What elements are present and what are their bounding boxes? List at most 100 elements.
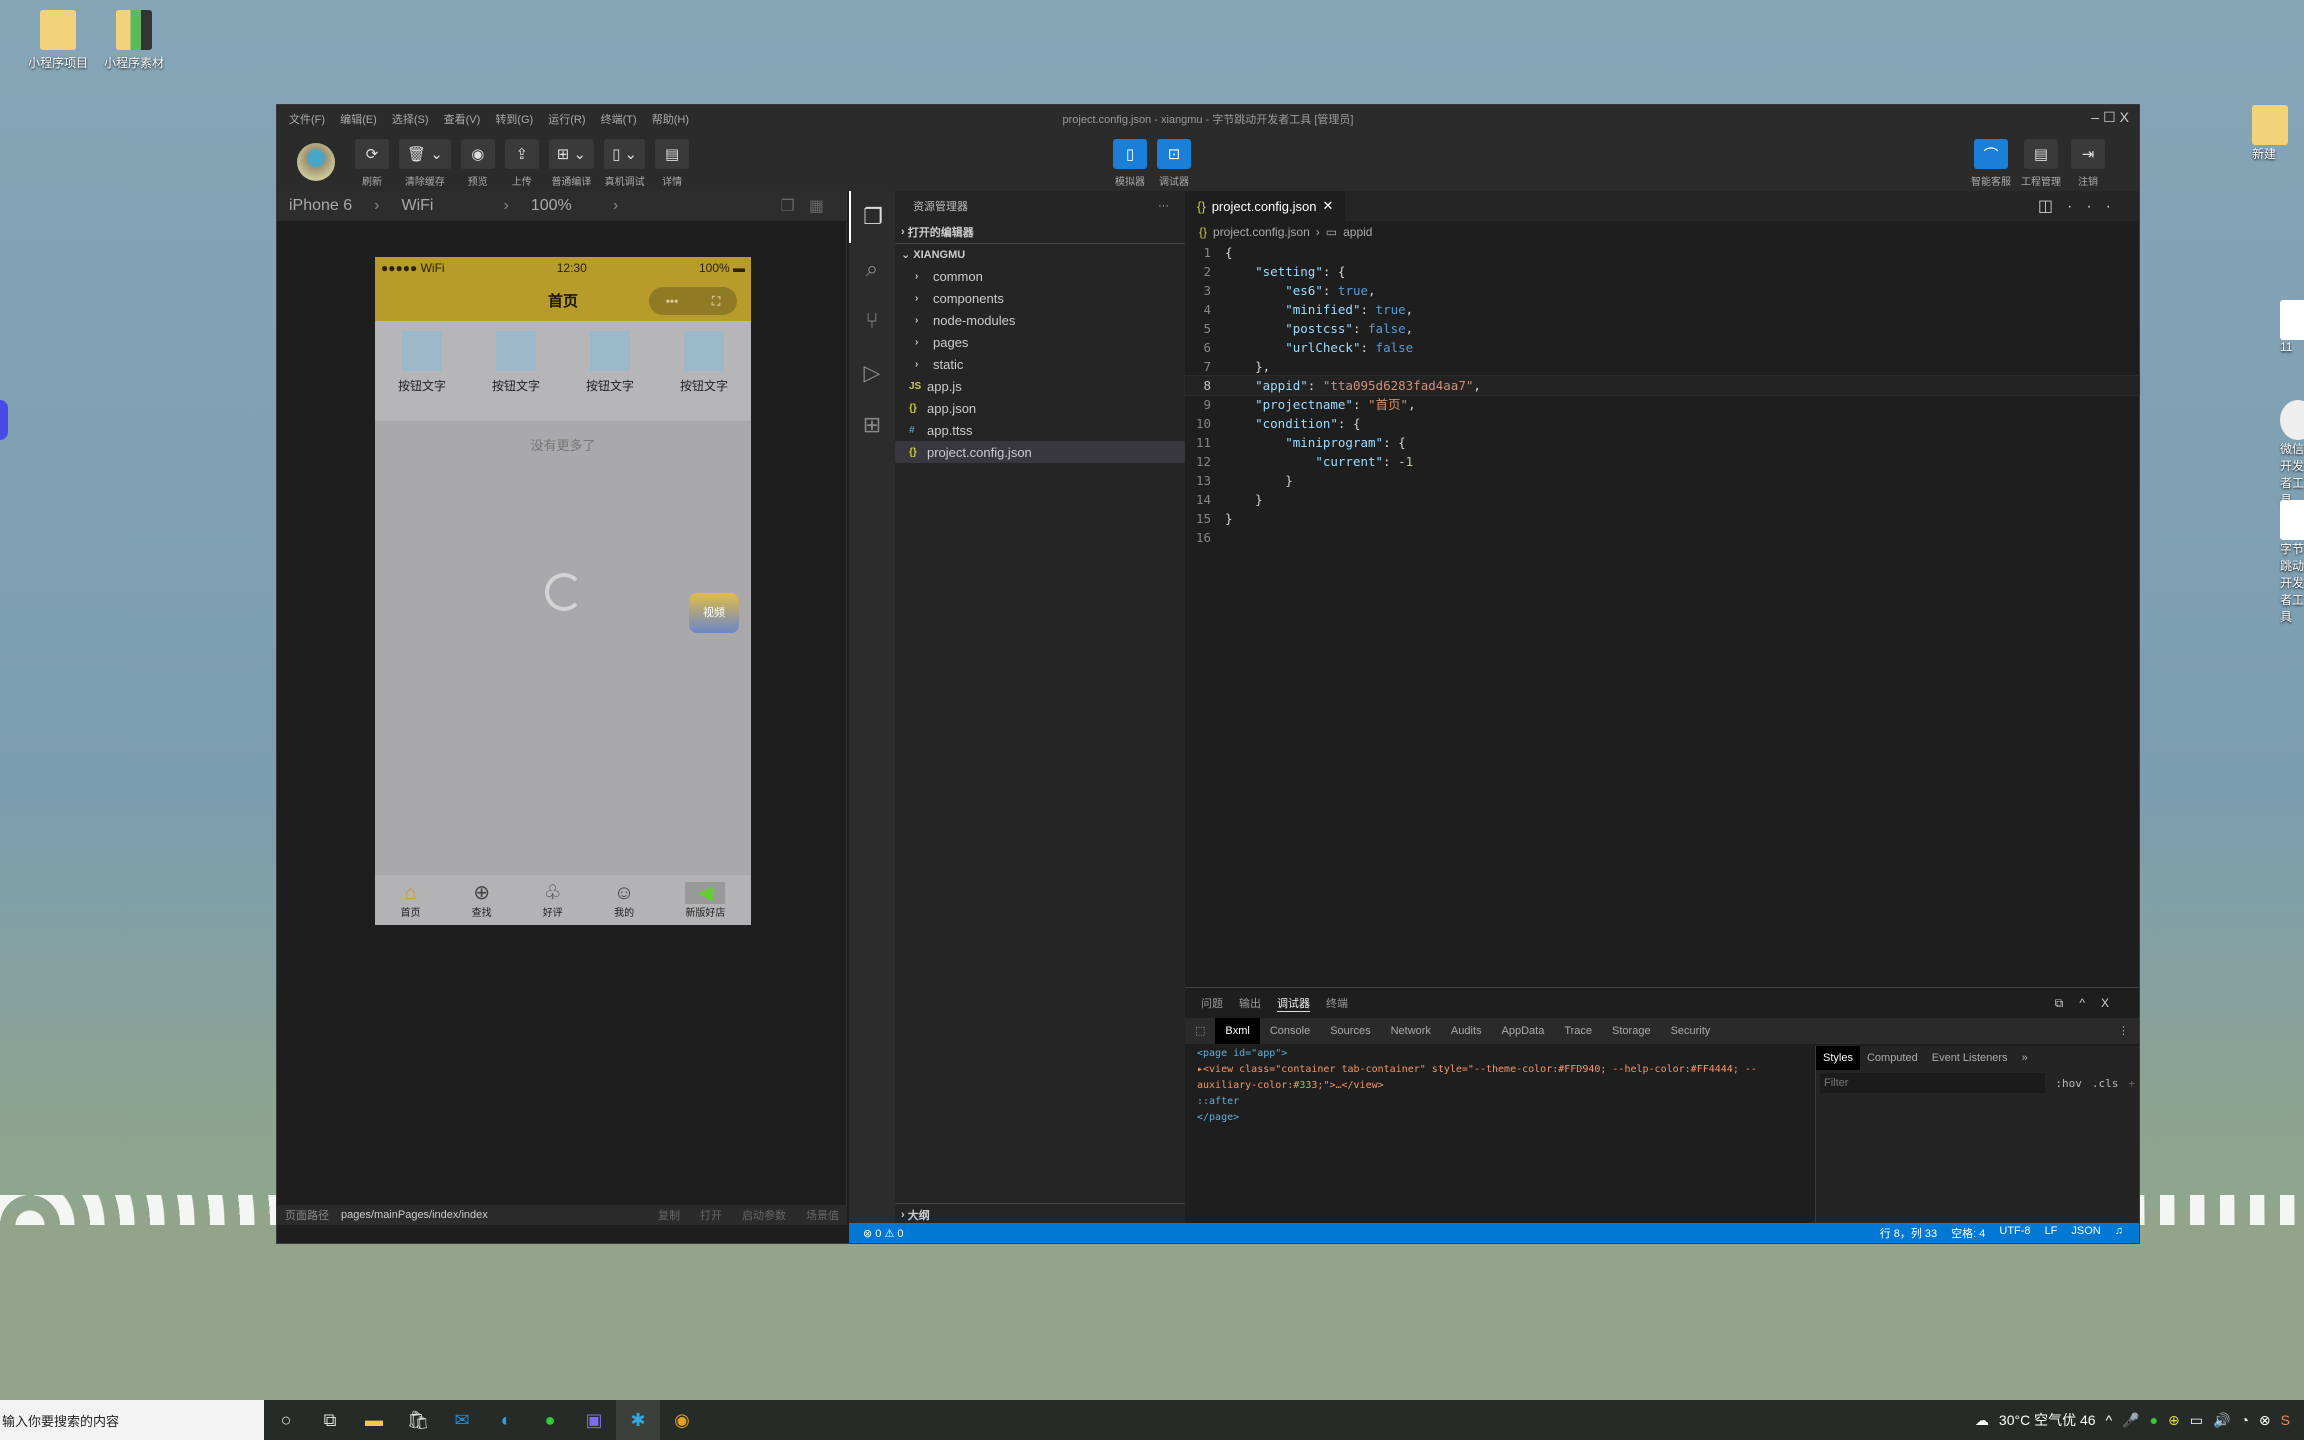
- encoding[interactable]: UTF-8: [1999, 1225, 2030, 1241]
- inspect-element-icon[interactable]: ⬚: [1185, 1018, 1215, 1044]
- code-line[interactable]: 12 "current": -1: [1185, 452, 2139, 471]
- devtools-tab-security[interactable]: Security: [1661, 1018, 1721, 1044]
- close-circle-icon[interactable]: ⊗: [2259, 1412, 2271, 1429]
- close-tab-icon[interactable]: ✕: [1322, 198, 1333, 214]
- breadcrumb-symbol[interactable]: appid: [1343, 225, 1372, 239]
- clear-cache-button[interactable]: 🗑 ⌄ 清除缓存: [399, 139, 451, 188]
- grid-button[interactable]: 按钮文字: [398, 331, 446, 421]
- desktop-icon-qr[interactable]: 11: [2280, 300, 2304, 354]
- floating-video-badge[interactable]: 视频: [689, 593, 739, 633]
- devtools-menu-icon[interactable]: ⋮: [2108, 1018, 2139, 1044]
- chrome-icon[interactable]: ◉: [660, 1400, 704, 1440]
- search-icon[interactable]: ⌕: [849, 243, 895, 295]
- code-line[interactable]: 2 "setting": {: [1185, 262, 2139, 281]
- folder-item[interactable]: › pages: [895, 331, 1185, 353]
- network-select[interactable]: WiFi: [402, 197, 482, 215]
- code-line[interactable]: 6 "urlCheck": false: [1185, 338, 2139, 357]
- menu-edit[interactable]: 编辑(E): [340, 114, 377, 126]
- debugger-toggle[interactable]: ⊡ 调试器: [1157, 139, 1191, 188]
- split-editor-icon[interactable]: ◫: [2038, 198, 2067, 215]
- menu-select[interactable]: 选择(S): [392, 114, 429, 126]
- logout-button[interactable]: ⇥ 注销: [2071, 139, 2105, 188]
- code-line[interactable]: 7 },: [1185, 357, 2139, 376]
- code-line[interactable]: 10 "condition": {: [1185, 414, 2139, 433]
- file-item[interactable]: {} app.json: [895, 397, 1185, 419]
- desktop-icon-partial[interactable]: [0, 400, 10, 444]
- tab-search[interactable]: ⊕ 查找: [472, 882, 492, 919]
- mail-icon[interactable]: ✉: [440, 1400, 484, 1440]
- close-button[interactable]: X: [2120, 109, 2133, 125]
- tab-reviews[interactable]: ♧ 好评: [543, 882, 563, 919]
- scene-value-link[interactable]: 场景值: [806, 1207, 839, 1223]
- screen-recorder-icon[interactable]: ▣: [572, 1400, 616, 1440]
- code-line[interactable]: 8 "appid": "tta095d6283fad4aa7",: [1184, 375, 2140, 396]
- folder-item[interactable]: › static: [895, 353, 1185, 375]
- fullscreen-icon[interactable]: ⛶: [712, 294, 720, 309]
- computed-tab[interactable]: Computed: [1860, 1046, 1925, 1070]
- show-hidden-icons[interactable]: ^: [2106, 1412, 2113, 1428]
- outline-section[interactable]: › 大纲: [895, 1203, 1185, 1225]
- code-line[interactable]: 9 "projectname": "首页",: [1185, 395, 2139, 414]
- plus-tray-icon[interactable]: ⊕: [2168, 1412, 2180, 1429]
- desktop-icon-wechat-devtools[interactable]: 微信开发者工具: [2280, 400, 2304, 508]
- menu-goto[interactable]: 转到(G): [495, 114, 533, 126]
- folder-item[interactable]: › components: [895, 287, 1185, 309]
- more-tabs-icon[interactable]: »: [2015, 1046, 2035, 1070]
- compile-mode-button[interactable]: ⊞ ⌄ 普通编译: [548, 139, 595, 188]
- source-control-icon[interactable]: ⑂: [849, 295, 895, 347]
- wechat-icon[interactable]: ●: [528, 1400, 572, 1440]
- dom-pseudo-after[interactable]: ::after: [1197, 1094, 1815, 1110]
- breadcrumb-file[interactable]: project.config.json: [1213, 225, 1310, 239]
- desktop-icon-new[interactable]: 新建: [2252, 105, 2302, 162]
- taskbar-search-input[interactable]: 输入你要搜索的内容: [0, 1400, 264, 1440]
- menu-run[interactable]: 运行(R): [548, 114, 585, 126]
- language-mode[interactable]: JSON: [2071, 1225, 2100, 1241]
- warnings-indicator[interactable]: ⚠ 0: [884, 1227, 903, 1240]
- wifi-icon[interactable]: ◔: [2240, 1412, 2248, 1428]
- minimize-button[interactable]: –: [2091, 109, 2103, 125]
- battery-icon[interactable]: ▭: [2190, 1412, 2203, 1429]
- file-item[interactable]: # app.ttss: [895, 419, 1185, 441]
- devtools-tab-storage[interactable]: Storage: [1602, 1018, 1661, 1044]
- open-link[interactable]: 打开: [700, 1207, 722, 1223]
- extensions-icon[interactable]: ⊞: [849, 399, 895, 451]
- tab-problems[interactable]: 问题: [1201, 995, 1223, 1011]
- bell-icon[interactable]: ♫: [2115, 1225, 2123, 1241]
- tab-new-shop[interactable]: ◀ 新版好店: [685, 881, 726, 919]
- indentation[interactable]: 空格: 4: [1951, 1225, 1985, 1241]
- store-icon[interactable]: 🛍: [396, 1400, 440, 1440]
- menu-file[interactable]: 文件(F): [289, 114, 325, 126]
- code-line[interactable]: 15}: [1185, 509, 2139, 528]
- code-line[interactable]: 11 "miniprogram": {: [1185, 433, 2139, 452]
- grid-button[interactable]: 按钮文字: [586, 331, 634, 421]
- launch-params-link[interactable]: 启动参数: [742, 1207, 786, 1223]
- more-actions-icon[interactable]: ···: [1158, 200, 1169, 212]
- devtools-tab-bxml[interactable]: Bxml: [1215, 1018, 1260, 1044]
- details-button[interactable]: ▤ 详情: [655, 139, 690, 188]
- hov-toggle[interactable]: :hov: [2055, 1077, 2082, 1090]
- desktop-icon-assets-folder[interactable]: 小程序素材: [94, 10, 174, 71]
- more-icon[interactable]: •••: [666, 294, 679, 308]
- file-item[interactable]: JS app.js: [895, 375, 1185, 397]
- zoom-select[interactable]: 100%: [531, 197, 591, 215]
- device-debug-button[interactable]: ▯ ⌄ 真机调试: [604, 139, 646, 188]
- close-panel-icon[interactable]: X: [2101, 996, 2125, 1010]
- devtools-tab-trace[interactable]: Trace: [1554, 1018, 1602, 1044]
- cortana-icon[interactable]: ○: [264, 1400, 308, 1440]
- editor-tab-active[interactable]: {} project.config.json ✕: [1185, 191, 1346, 221]
- tab-terminal[interactable]: 终端: [1326, 995, 1348, 1011]
- desktop-icon-bytedance-devtools[interactable]: 字节跳动开发者工具: [2280, 500, 2304, 625]
- file-explorer-icon[interactable]: ▬: [352, 1400, 396, 1440]
- run-debug-icon[interactable]: ▷: [849, 347, 895, 399]
- event-listeners-tab[interactable]: Event Listeners: [1925, 1046, 2015, 1070]
- copy-window-icon[interactable]: ❐: [781, 198, 809, 215]
- bytedance-devtools-icon[interactable]: ✱: [616, 1400, 660, 1440]
- menu-help[interactable]: 帮助(H): [652, 114, 689, 126]
- tab-home[interactable]: ⌂ 首页: [401, 882, 421, 919]
- user-avatar[interactable]: [297, 143, 335, 181]
- upload-button[interactable]: ⇪ 上传: [504, 139, 539, 188]
- devtools-tab-appdata[interactable]: AppData: [1492, 1018, 1555, 1044]
- refresh-button[interactable]: ⟳ 刷新: [355, 139, 389, 188]
- folder-item[interactable]: › node-modules: [895, 309, 1185, 331]
- cls-toggle[interactable]: .cls: [2092, 1077, 2119, 1090]
